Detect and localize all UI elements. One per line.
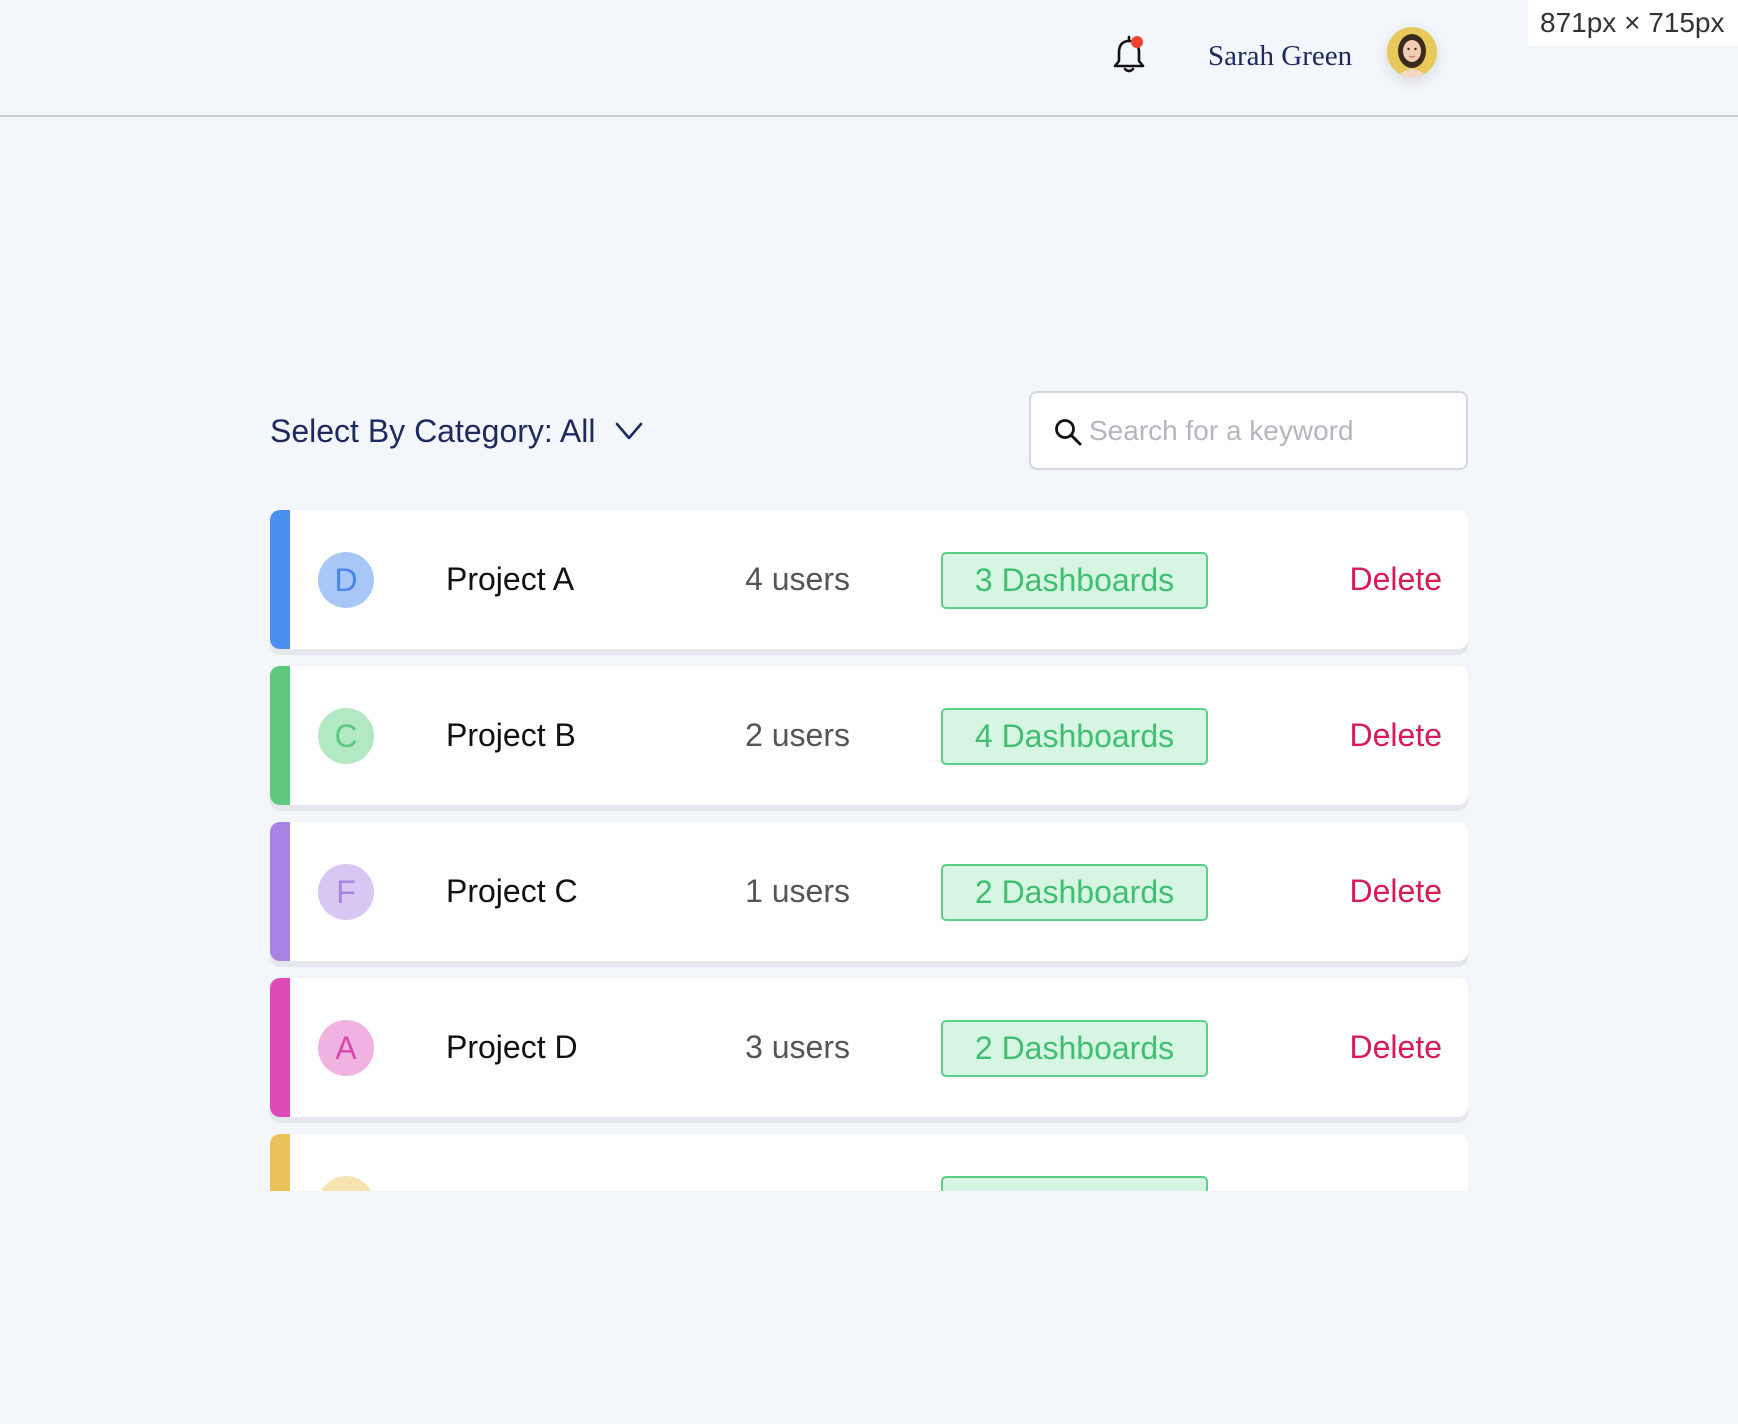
project-list[interactable]: D Project A 4 users 3 Dashboards Delete … [270,510,1468,1191]
project-letter-badge: C [318,708,374,764]
project-letter-badge: D [318,552,374,608]
project-name[interactable]: Project C [446,872,578,910]
project-name[interactable]: Project D [446,1028,578,1066]
project-user-count: 1 users [745,873,850,909]
project-color-strip [270,822,290,961]
project-list-inner: D Project A 4 users 3 Dashboards Delete … [270,510,1468,1191]
search-input[interactable] [1089,403,1449,459]
delete-button[interactable]: Delete [1350,716,1443,754]
project-color-strip [270,510,290,649]
project-color-strip [270,1134,290,1191]
project-letter-badge: F [318,864,374,920]
search-box [1029,391,1468,470]
category-select[interactable]: Select By Category: All [270,405,643,457]
delete-button[interactable]: Delete [1350,560,1443,598]
delete-button[interactable]: Delete [1350,1028,1443,1066]
project-user-count: 2 users [745,717,850,753]
project-color-strip [270,978,290,1117]
search-icon [1055,419,1082,446]
avatar[interactable] [1387,27,1437,77]
project-row[interactable]: F Project C 1 users 2 Dashboards Delete [270,822,1468,961]
top-bar: Sarah Green [0,0,1738,117]
chevron-down-icon [616,422,643,440]
project-row[interactable] [270,1134,1468,1191]
notification-bell-button[interactable] [1111,35,1147,75]
project-row[interactable]: A Project D 3 users 2 Dashboards Delete [270,978,1468,1117]
dashboards-badge[interactable] [941,1176,1208,1191]
category-select-label: Select By Category: All [270,413,596,449]
project-row[interactable]: C Project B 2 users 4 Dashboards Delete [270,666,1468,805]
project-user-count: 3 users [745,1029,850,1065]
page: Sarah Green 871px × 715px Select By Cate… [0,0,1738,1424]
user-name[interactable]: Sarah Green [1208,38,1352,74]
size-readout: 871px × 715px [1528,0,1738,46]
project-row[interactable]: D Project A 4 users 3 Dashboards Delete [270,510,1468,649]
dashboards-badge[interactable]: 3 Dashboards [941,552,1208,609]
project-color-strip [270,666,290,805]
project-letter-badge [318,1176,374,1191]
dashboards-badge[interactable]: 2 Dashboards [941,864,1208,921]
bell-icon [1113,35,1145,73]
project-name[interactable]: Project B [446,716,576,754]
dashboards-badge[interactable]: 4 Dashboards [941,708,1208,765]
delete-button[interactable]: Delete [1350,872,1443,910]
dashboards-badge[interactable]: 2 Dashboards [941,1020,1208,1077]
project-user-count: 4 users [745,561,850,597]
project-name[interactable]: Project A [446,560,574,598]
project-letter-badge: A [318,1020,374,1076]
